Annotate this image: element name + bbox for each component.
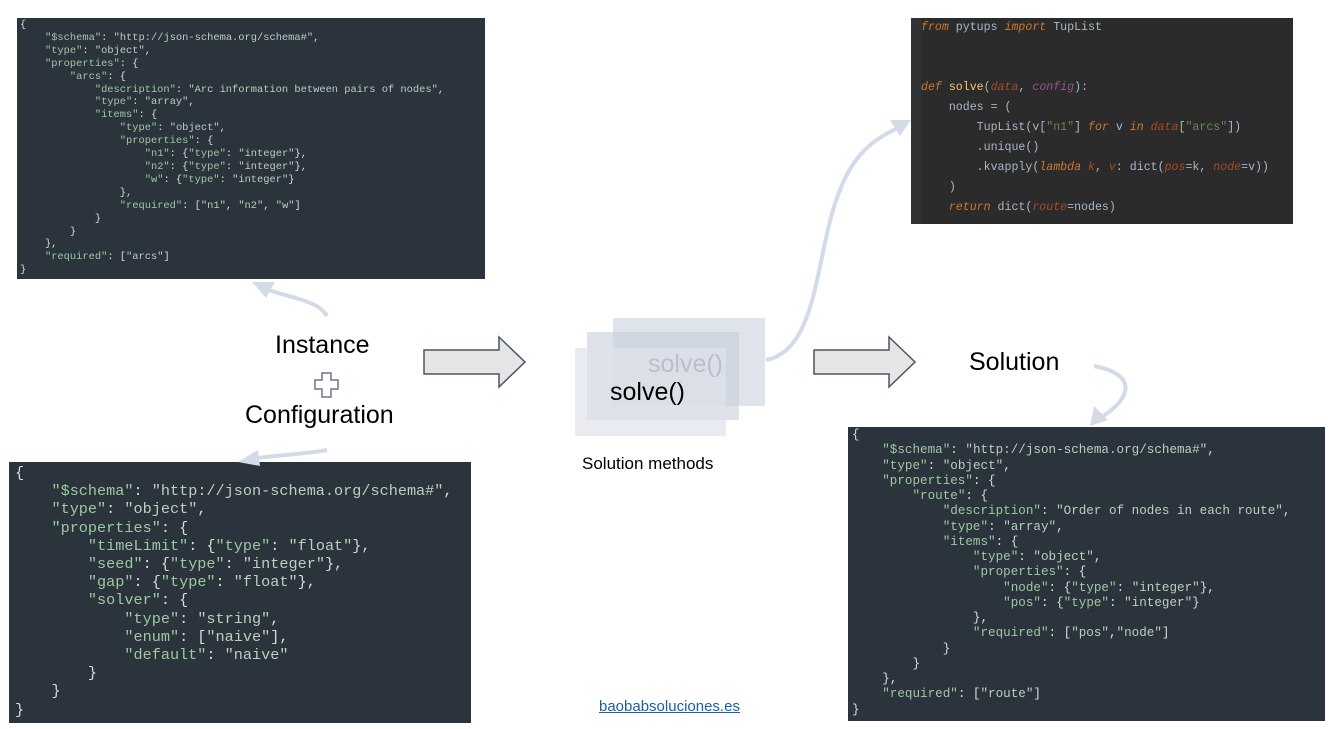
instance-label: Instance — [275, 331, 370, 359]
solution-methods-label: Solution methods — [582, 454, 714, 473]
arrow-right-icon — [423, 335, 527, 389]
solution-connector — [1093, 364, 1128, 420]
solve-label-back: solve() — [648, 350, 724, 378]
solution-label: Solution — [969, 348, 1060, 376]
instance-connector — [258, 285, 329, 318]
configuration-connector-head — [238, 450, 260, 466]
methods-connector-head — [890, 120, 911, 136]
arrow-right-icon — [813, 335, 917, 389]
configuration-label: Configuration — [245, 401, 394, 429]
plus-icon — [314, 372, 339, 398]
methods-connector — [765, 123, 906, 362]
solve-label-front: solve() — [610, 378, 686, 406]
website-link[interactable]: baobabsoluciones.es — [599, 698, 740, 715]
